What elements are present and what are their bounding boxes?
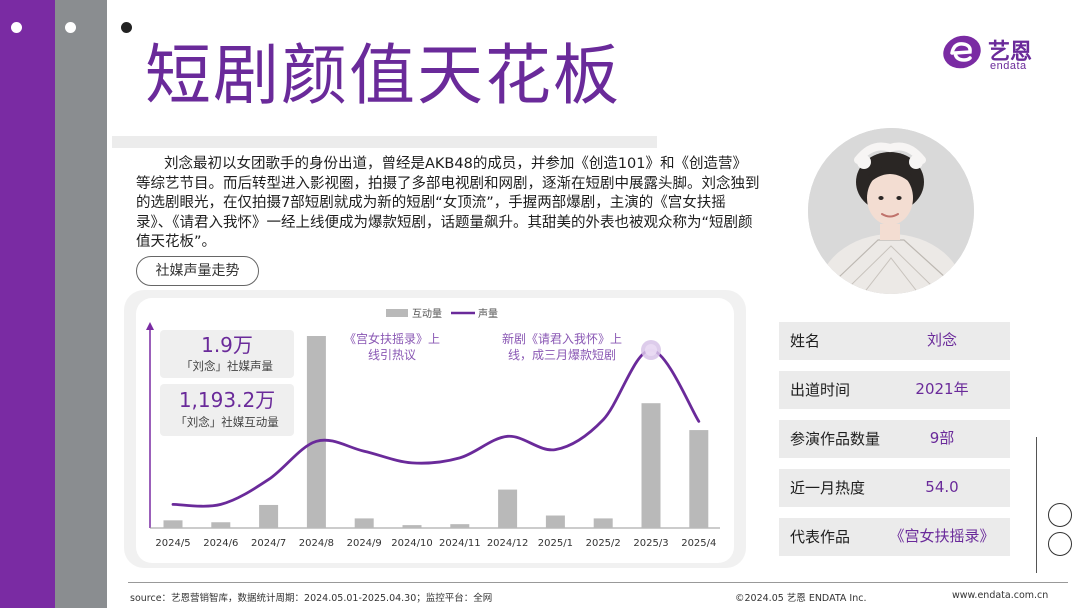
footer-source: source：艺恩营销智库，数据统计周期：2024.05.01-2025.04.… xyxy=(130,593,493,604)
stat-box-interaction: 1,193.2万 「刘念」社媒互动量 xyxy=(160,384,294,436)
profile-value-representative: 《宫女扶摇录》 xyxy=(889,527,995,545)
profile-value-works: 9部 xyxy=(929,429,955,447)
x-tick-label: 2024/11 xyxy=(439,538,481,549)
x-tick-label: 2025/4 xyxy=(681,538,716,549)
annotation-1-line-2: 线引热议 xyxy=(367,348,416,362)
decor-circle-1 xyxy=(1048,503,1072,527)
chart-annotation-qingjun: 新剧《请君入我怀》上 线，成三月爆款短剧 xyxy=(492,331,632,363)
x-tick-label: 2024/8 xyxy=(299,538,334,549)
profile-label-representative: 代表作品 xyxy=(790,528,851,546)
chart-bar xyxy=(211,522,231,528)
x-tick-label: 2024/10 xyxy=(391,538,433,549)
stat-volume-label: 「刘念」社媒声量 xyxy=(181,359,273,373)
portrait-illustration-icon xyxy=(808,128,974,294)
profile-value-heat: 54.0 xyxy=(925,478,959,496)
footer-copyright: ©2024.05 艺恩 ENDATA Inc. xyxy=(735,593,867,604)
y-axis-arrow-icon xyxy=(146,322,154,330)
chart-bar xyxy=(498,489,518,528)
stat-interaction-value: 1,193.2万 xyxy=(178,388,276,412)
legend-swatch-bars xyxy=(386,309,408,317)
peak-highlight-core xyxy=(645,344,657,356)
profile-row-works: 参演作品数量 9部 xyxy=(779,420,1010,458)
x-tick-label: 2024/5 xyxy=(155,538,190,549)
x-tick-label: 2025/1 xyxy=(538,538,573,549)
chart-bar xyxy=(163,520,183,528)
profile-row-heat: 近一月热度 54.0 xyxy=(779,469,1010,507)
decor-circle-2 xyxy=(1048,532,1072,556)
profile-row-representative: 代表作品 《宫女扶摇录》 xyxy=(779,518,1010,556)
profile-label-name: 姓名 xyxy=(790,332,821,350)
stat-volume-value: 1.9万 xyxy=(201,333,253,357)
footer-url: www.endata.com.cn xyxy=(952,590,1049,601)
profile-value-debut: 2021年 xyxy=(915,380,969,398)
annotation-2-line-1: 新剧《请君入我怀》上 xyxy=(501,332,622,346)
annotation-1-line-1: 《宫女扶摇录》上 xyxy=(343,332,440,346)
chart-bar xyxy=(306,336,326,528)
profile-label-debut: 出道时间 xyxy=(790,381,851,399)
profile-label-heat: 近一月热度 xyxy=(790,479,866,497)
chart-bar xyxy=(354,518,374,528)
x-tick-label: 2025/2 xyxy=(586,538,621,549)
footer-divider xyxy=(128,582,1068,583)
chart-annotation-gongnv: 《宫女扶摇录》上 线引热议 xyxy=(336,331,448,363)
x-tick-label: 2025/3 xyxy=(633,538,668,549)
chart-bar xyxy=(402,525,422,528)
decor-vertical-line xyxy=(1036,437,1037,573)
chart-bar xyxy=(641,403,661,528)
chart-bar xyxy=(593,518,613,528)
chart-bar xyxy=(545,515,565,528)
chart-bar xyxy=(259,504,279,528)
profile-value-name: 刘念 xyxy=(926,331,957,349)
legend-label-line: 声量 xyxy=(478,307,498,320)
avatar xyxy=(808,128,974,294)
trend-chart: 互动量 声量 2024/5 2024/6 2024/7 2024/8 2024/9 2024/… xyxy=(146,307,720,549)
legend-label-bars: 互动量 xyxy=(412,308,442,320)
stat-box-volume: 1.9万 「刘念」社媒声量 xyxy=(160,330,294,378)
profile-label-works: 参演作品数量 xyxy=(790,430,881,448)
profile-row-name: 姓名 刘念 xyxy=(779,322,1010,360)
profile-row-debut: 出道时间 2021年 xyxy=(779,371,1010,409)
chart-bar xyxy=(689,430,709,528)
x-tick-label: 2024/7 xyxy=(251,538,286,549)
x-tick-label: 2024/9 xyxy=(347,538,382,549)
x-tick-label: 2024/12 xyxy=(487,538,529,549)
stat-interaction-label: 「刘念」社媒互动量 xyxy=(175,415,279,429)
chart-bar xyxy=(450,524,470,528)
annotation-2-line-2: 线，成三月爆款短剧 xyxy=(507,348,616,362)
x-tick-label: 2024/6 xyxy=(203,538,238,549)
